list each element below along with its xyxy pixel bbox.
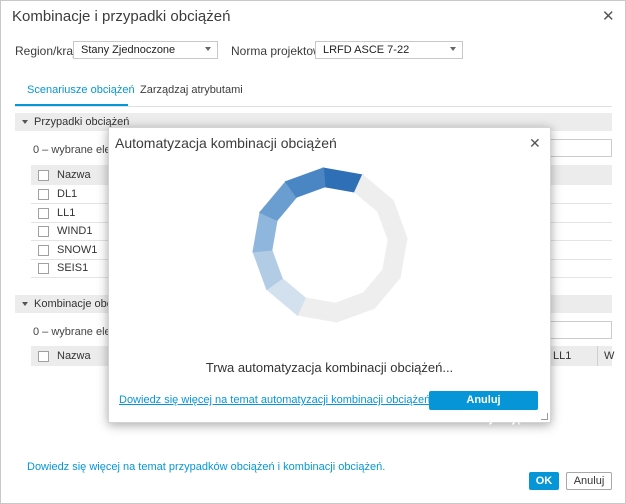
row-checkbox[interactable] (38, 189, 49, 200)
combinations-filter[interactable] (550, 321, 612, 339)
column-w: W (604, 350, 615, 362)
select-all-checkbox[interactable] (38, 170, 49, 181)
progress-message: Trwa automatyzacja kombinacji obciążeń..… (205, 360, 454, 375)
collapse-icon[interactable] (22, 120, 28, 124)
region-select[interactable]: Stany Zjednoczone (73, 41, 218, 59)
row-name: LL1 (57, 207, 76, 219)
loading-spinner (252, 167, 408, 323)
norm-select[interactable]: LRFD ASCE 7-22 (315, 41, 463, 59)
row-checkbox[interactable] (38, 245, 49, 256)
automation-modal: Automatyzacja kombinacji obciążeń ✕ Trwa… (108, 127, 551, 425)
column-name: Nazwa (57, 169, 91, 181)
row-name: SEIS1 (57, 262, 89, 274)
chevron-down-icon (450, 47, 456, 51)
dialog-title: Kombinacje i przypadki obciążeń (12, 8, 231, 25)
row-name: WIND1 (57, 225, 93, 237)
row-name: DL1 (57, 188, 78, 200)
region-label: Region/kraj: (15, 44, 80, 58)
modal-title: Automatyzacja kombinacji obciążeń (115, 135, 337, 151)
ok-button[interactable]: OK (529, 472, 559, 490)
collapse-icon[interactable] (22, 302, 28, 306)
tab-manage-attributes[interactable]: Zarządzaj atrybutami (140, 84, 243, 96)
chevron-down-icon (205, 47, 211, 51)
resize-grip-icon[interactable] (541, 413, 548, 420)
close-icon[interactable]: ✕ (529, 136, 541, 151)
column-name: Nazwa (57, 350, 91, 362)
close-icon[interactable]: ✕ (602, 9, 615, 24)
combinations-selected: 0 – wybrane elem (33, 326, 120, 338)
help-link[interactable]: Dowiedz się więcej na temat przypadków o… (27, 461, 385, 473)
load-cases-selected: 0 – wybrane elem (33, 144, 120, 156)
load-cases-filter[interactable] (550, 139, 612, 157)
column-ll1: LL1 (553, 350, 572, 362)
norm-value: LRFD ASCE 7-22 (323, 44, 410, 56)
column-divider (597, 346, 598, 366)
row-name: SNOW1 (57, 244, 98, 256)
cancel-button[interactable]: Anuluj (566, 472, 612, 490)
region-value: Stany Zjednoczone (81, 44, 176, 56)
row-checkbox[interactable] (38, 208, 49, 219)
select-all-checkbox[interactable] (38, 351, 49, 362)
row-checkbox[interactable] (38, 263, 49, 274)
automation-help-link[interactable]: Dowiedz się więcej na temat automatyzacj… (119, 394, 430, 406)
cancel-automation-button[interactable]: Anuluj automatyzację (429, 391, 538, 425)
tab-divider (15, 106, 612, 107)
tab-load-scenarios[interactable]: Scenariusze obciążeń (27, 84, 135, 96)
row-checkbox[interactable] (38, 226, 49, 237)
